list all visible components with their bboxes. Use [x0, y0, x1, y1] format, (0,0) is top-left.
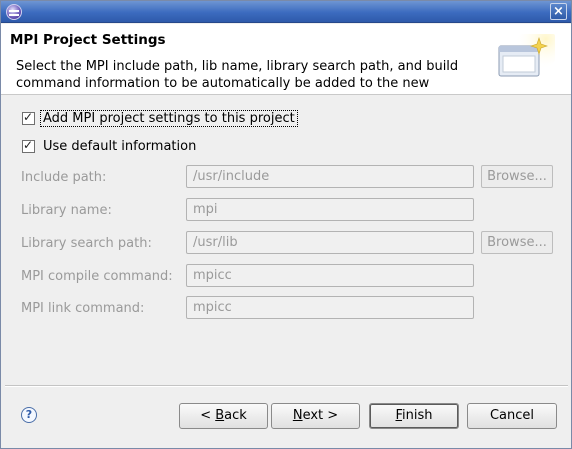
wizard-banner-icon — [498, 34, 555, 77]
finish-button[interactable]: Finish — [369, 403, 459, 429]
wizard-header: MPI Project Settings Select the MPI incl… — [1, 24, 571, 95]
close-button[interactable]: × — [550, 3, 567, 20]
add-settings-label[interactable]: Add MPI project settings to this project — [40, 110, 298, 127]
use-default-checkbox[interactable] — [22, 138, 35, 153]
next-rest: ext > — [302, 408, 339, 423]
library-name-label: Library name: — [21, 203, 112, 218]
next-mnemonic: N — [292, 408, 303, 423]
next-button[interactable]: Next > — [271, 403, 360, 429]
library-search-path-browse-button[interactable]: Browse... — [481, 231, 553, 254]
back-prefix: < — [200, 408, 216, 423]
link-command-input[interactable]: mpicc — [186, 296, 474, 319]
back-mnemonic: B — [215, 408, 225, 423]
use-default-label[interactable]: Use default information — [41, 139, 198, 154]
help-icon[interactable]: ? — [21, 407, 37, 423]
cancel-button[interactable]: Cancel — [467, 403, 557, 429]
page-description: Select the MPI include path, lib name, l… — [16, 59, 459, 91]
compile-command-input[interactable]: mpicc — [186, 264, 474, 287]
library-search-path-label: Library search path: — [21, 236, 152, 251]
title-bar[interactable]: × — [1, 1, 571, 23]
back-button[interactable]: < Back — [179, 403, 268, 429]
eclipse-icon — [6, 4, 22, 20]
page-title: MPI Project Settings — [10, 32, 166, 48]
include-path-input[interactable]: /usr/include — [186, 165, 474, 188]
finish-rest: inish — [402, 408, 433, 423]
add-settings-checkbox[interactable] — [22, 110, 35, 125]
wizard-window: × MPI Project Settings Select the MPI in… — [0, 0, 572, 449]
link-command-label: MPI link command: — [21, 301, 145, 316]
back-rest: ack — [224, 408, 247, 423]
compile-command-label: MPI compile command: — [21, 269, 173, 284]
footer-separator — [5, 385, 568, 387]
library-name-input[interactable]: mpi — [186, 198, 474, 221]
include-path-label: Include path: — [21, 170, 107, 185]
include-path-browse-button[interactable]: Browse... — [481, 165, 553, 188]
close-icon: × — [553, 4, 564, 19]
add-settings-option[interactable]: Add MPI project settings to this project — [22, 110, 298, 127]
use-default-option[interactable]: Use default information — [22, 138, 198, 154]
library-search-path-input[interactable]: /usr/lib — [186, 231, 474, 254]
